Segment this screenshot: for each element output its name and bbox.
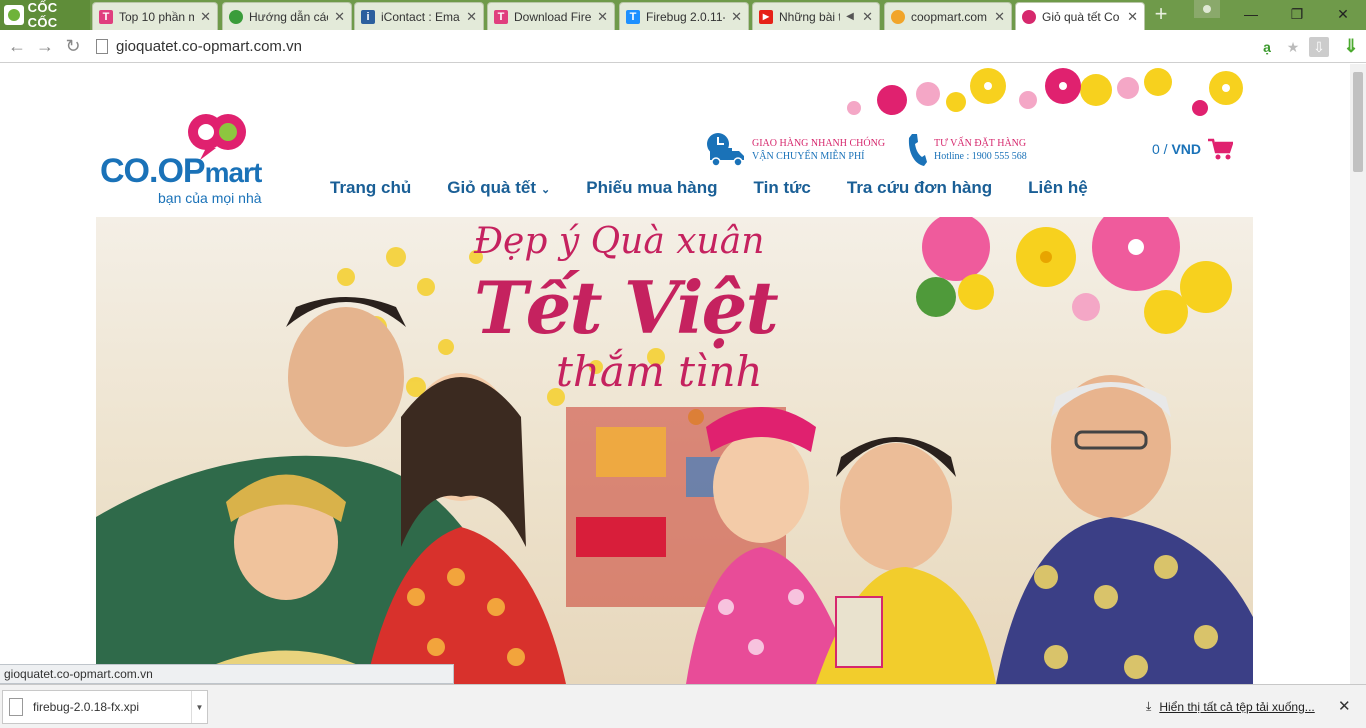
browser-tab[interactable]: T Firebug 2.0.11- ✕ (619, 2, 749, 30)
download-item[interactable]: firebug-2.0.18-fx.xpi ▼ (2, 690, 208, 724)
tab-title: iContact : Emai (381, 9, 461, 24)
browser-toolbar: ← → ↻ gioquatet.co-opmart.com.vn ạ ★ ⇩ ⇓ (0, 30, 1366, 63)
scrollbar-thumb[interactable] (1353, 72, 1363, 172)
browser-tab[interactable]: ▶ Những bài t ◀ ✕ (752, 2, 880, 30)
tab-title: Download Firel (514, 9, 592, 24)
cart[interactable]: 0 / VND (1152, 137, 1234, 161)
forward-icon[interactable]: → (34, 35, 56, 57)
tab-favicon-icon: T (494, 9, 508, 24)
tab-title: Những bài t (779, 9, 841, 24)
delivery-service: GIAO HÀNG NHANH CHÓNG VẬN CHUYỂN MIỄN PH… (706, 130, 885, 170)
nav-vouchers[interactable]: Phiếu mua hàng (568, 178, 735, 198)
tab-title: Firebug 2.0.11- (646, 9, 726, 24)
banner-title-line3: thắm tình (556, 347, 763, 396)
new-tab-icon[interactable]: + (1150, 3, 1172, 26)
tab-close-icon[interactable]: ✕ (466, 9, 477, 25)
cart-total: 0 / (1152, 141, 1168, 157)
download-menu-icon[interactable]: ⇓ (1340, 35, 1362, 57)
page-scrollbar[interactable] (1350, 64, 1366, 684)
main-nav: Trang chủ Giỏ quà tết ⌄ Phiếu mua hàng Ti… (312, 178, 1106, 198)
tab-title: coopmart.com (911, 9, 988, 24)
tab-favicon-icon (891, 9, 905, 24)
tab-close-icon[interactable]: ✕ (597, 9, 608, 25)
profile-icon[interactable] (1194, 0, 1220, 18)
nav-contact[interactable]: Liên hệ (1010, 178, 1106, 198)
nav-news[interactable]: Tin tức (736, 178, 829, 198)
translate-icon[interactable]: ạ (1257, 37, 1277, 57)
banner-title-line2: Tết Việt (474, 265, 779, 350)
savior-download-icon[interactable]: ⇩ (1309, 37, 1329, 57)
hero-banner[interactable]: Đẹp ý Quà xuân Tết Việt thắm tình (96, 217, 1253, 684)
banner-title-line1: Đẹp ý Quà xuân (474, 221, 765, 262)
close-window-icon[interactable]: ✕ (1320, 0, 1366, 28)
nav-gift-baskets-label: Giỏ quà tết (447, 178, 537, 197)
browser-brand[interactable]: CỐC CỐC (0, 0, 90, 30)
browser-brand-label: CỐC CỐC (27, 0, 58, 30)
tab-audio-icon[interactable]: ◀ (846, 11, 856, 22)
tab-title: Top 10 phần m (119, 9, 195, 24)
file-icon (9, 698, 23, 716)
logo-tagline: bạn của mọi nhà (158, 190, 262, 206)
minimize-icon[interactable]: — (1228, 0, 1274, 28)
browser-tab[interactable]: Hướng dẫn các ✕ (222, 2, 352, 30)
coopmart-logo[interactable]: CO.OPmart bạn của mọi nhà (100, 110, 280, 206)
web-page: CO.OPmart bạn của mọi nhà GIAO HÀNG NHAN… (0, 64, 1350, 684)
show-all-downloads-link[interactable]: Hiển thị tất cả tệp tải xuống... (1159, 700, 1314, 714)
cart-currency: VND (1171, 141, 1202, 157)
tab-close-icon[interactable]: ✕ (731, 9, 742, 25)
reload-icon[interactable]: ↻ (62, 35, 84, 57)
nav-gift-baskets[interactable]: Giỏ quà tết ⌄ (429, 178, 568, 198)
flower-decoration (847, 68, 1243, 116)
tab-close-icon[interactable]: ✕ (200, 9, 211, 25)
logo-wordmark: CO.OPmart (100, 152, 263, 191)
tab-close-icon[interactable]: ✕ (994, 9, 1005, 25)
address-url[interactable]: gioquatet.co-opmart.com.vn (116, 38, 302, 55)
browser-tab[interactable]: i iContact : Emai ✕ (354, 2, 484, 30)
tab-favicon-icon (229, 9, 243, 24)
download-filename: firebug-2.0.18-fx.xpi (33, 700, 140, 714)
logo-word-coop: CO.OP (100, 152, 206, 190)
page-icon (96, 39, 108, 54)
address-bar[interactable]: gioquatet.co-opmart.com.vn ạ ★ ⇩ (96, 34, 1339, 59)
download-shelf: firebug-2.0.18-fx.xpi ▼ ⤓ Hiển thị tất c… (0, 684, 1366, 728)
hotline-service: TƯ VẤN ĐẶT HÀNG Hotline : 1900 555 568 (906, 130, 1027, 170)
status-bubble: gioquatet.co-opmart.com.vn (0, 664, 454, 684)
tab-favicon-icon: ▶ (759, 9, 773, 24)
tab-strip: CỐC CỐC T Top 10 phần m ✕ Hướng dẫn các … (0, 0, 1366, 30)
nav-order-lookup[interactable]: Tra cứu đơn hàng (829, 178, 1010, 198)
download-arrow-icon: ⤓ (1146, 699, 1152, 713)
tab-favicon-icon: T (626, 9, 640, 24)
tab-title: Giỏ quà tết Co (1042, 9, 1120, 24)
chevron-down-icon: ⌄ (541, 184, 551, 196)
delivery-line2: VẬN CHUYỂN MIỄN PHÍ (752, 151, 865, 162)
delivery-truck-icon (707, 133, 744, 167)
bookmark-star-icon[interactable]: ★ (1283, 37, 1303, 57)
logo-word-mart: mart (204, 157, 263, 188)
nav-home[interactable]: Trang chủ (312, 178, 429, 198)
tab-close-icon[interactable]: ✕ (1127, 9, 1138, 25)
cart-amount: 0 / VND (1152, 141, 1201, 157)
restore-icon[interactable]: ❐ (1274, 0, 1320, 28)
browser-tab[interactable]: coopmart.com ✕ (884, 2, 1012, 30)
phone-icon (908, 134, 927, 166)
hotline-line1: TƯ VẤN ĐẶT HÀNG (934, 138, 1027, 149)
browser-tab[interactable]: T Download Firel ✕ (487, 2, 615, 30)
coccoc-logo-icon (4, 5, 24, 25)
download-options-icon[interactable]: ▼ (191, 691, 207, 723)
tab-close-icon[interactable]: ✕ (862, 9, 873, 25)
delivery-line1: GIAO HÀNG NHANH CHÓNG (752, 138, 886, 149)
hotline-number[interactable]: Hotline : 1900 555 568 (934, 150, 1027, 163)
tab-favicon-icon: i (361, 9, 375, 24)
close-download-shelf-icon[interactable]: ✕ (1338, 697, 1351, 715)
tab-favicon-icon (1022, 9, 1036, 24)
tab-favicon-icon: T (99, 9, 113, 24)
tab-title: Hướng dẫn các (249, 9, 329, 24)
browser-tab-active[interactable]: Giỏ quà tết Co ✕ (1015, 2, 1145, 30)
show-all-downloads[interactable]: ⤓ Hiển thị tất cả tệp tải xuống... (1146, 699, 1315, 714)
shopping-cart-icon[interactable] (1207, 137, 1234, 161)
tab-close-icon[interactable]: ✕ (334, 9, 345, 25)
browser-tab[interactable]: T Top 10 phần m ✕ (92, 2, 218, 30)
back-icon[interactable]: ← (6, 35, 28, 57)
